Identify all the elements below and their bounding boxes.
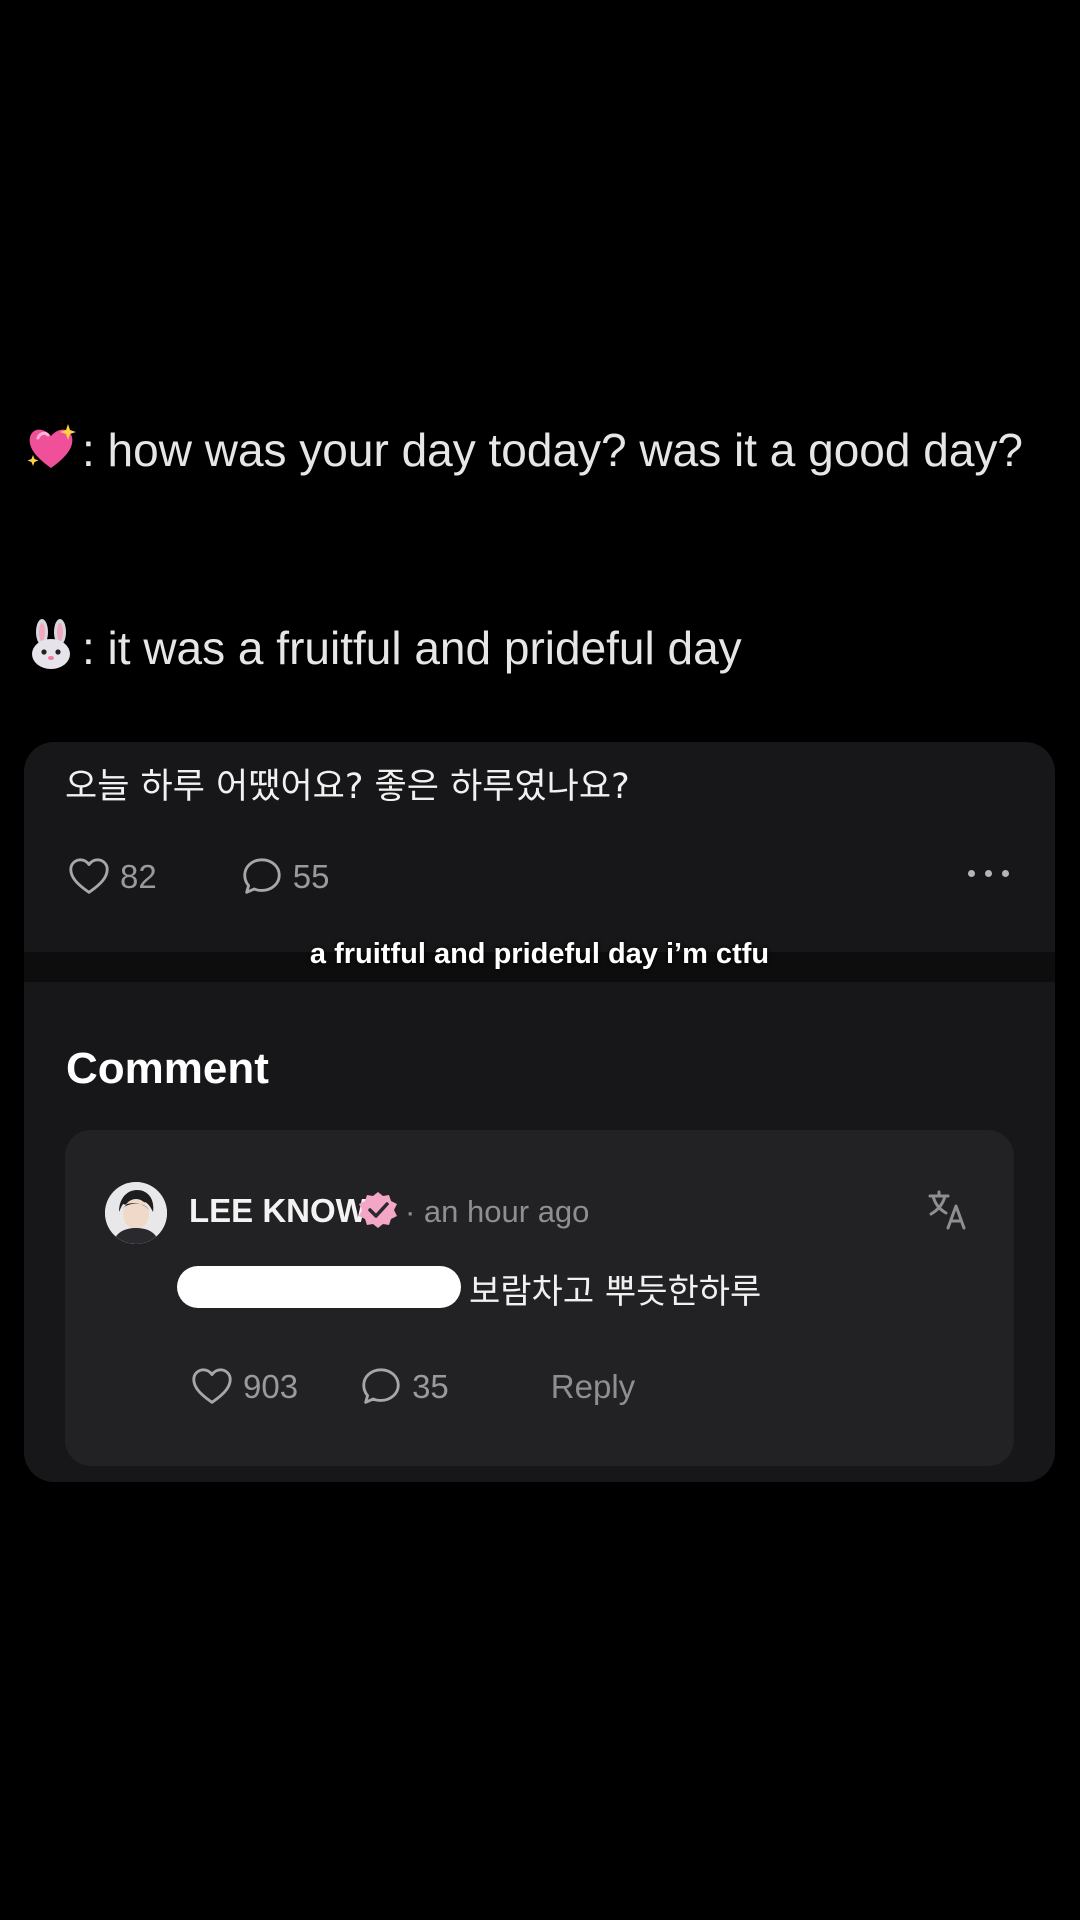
- rabbit-face-icon: [24, 618, 78, 672]
- comment-like-button[interactable]: 903: [189, 1364, 298, 1410]
- post-comment-button[interactable]: 55: [239, 854, 330, 900]
- speech-bubble-icon: [362, 1368, 400, 1404]
- translate-icon[interactable]: [926, 1188, 970, 1232]
- heart-icon: [192, 1368, 232, 1404]
- comment-replies-button[interactable]: 35: [358, 1364, 449, 1410]
- post-comment-count: 55: [292, 858, 330, 895]
- sparkling-heart-icon: [24, 420, 78, 474]
- comment-timestamp: · an hour ago: [405, 1194, 590, 1229]
- comment-text: 보람차고 뿌듯한하루: [469, 1272, 762, 1312]
- redaction-bar: [177, 1266, 461, 1308]
- caption-answer-text: : it was a fruitful and prideful day: [82, 622, 742, 674]
- avatar[interactable]: [105, 1182, 167, 1244]
- comment-author[interactable]: LEE KNOW: [189, 1192, 367, 1230]
- more-dot-icon: [985, 870, 992, 877]
- speech-bubble-icon: [243, 858, 281, 894]
- heart-icon: [69, 858, 109, 894]
- reply-button[interactable]: Reply: [551, 1368, 635, 1406]
- post-card: 오늘 하루 어땠어요? 좋은 하루였나요? 82 55 a fruitful a…: [24, 742, 1055, 1482]
- caption-question-text: : how was your day today? was it a good …: [82, 424, 1024, 476]
- post-like-button[interactable]: 82: [66, 854, 157, 900]
- caption-answer: : it was a fruitful and prideful day: [24, 616, 1056, 680]
- comment-like-count: 903: [243, 1368, 299, 1405]
- comment-item: LEE KNOW · an hour ago 보람차고 뿌듯한하루 903 35…: [65, 1130, 1014, 1466]
- more-options-button[interactable]: [968, 870, 1009, 877]
- more-dot-icon: [1002, 870, 1009, 877]
- comment-reply-count: 35: [412, 1368, 449, 1405]
- verified-badge-icon: [359, 1192, 397, 1228]
- comment-heading: Comment: [66, 1044, 269, 1093]
- caption-question: : how was your day today? was it a good …: [24, 418, 1056, 482]
- comment-actions: 903 35 Reply: [189, 1362, 635, 1412]
- more-dot-icon: [968, 870, 975, 877]
- post-text: 오늘 하루 어땠어요? 좋은 하루였나요?: [65, 767, 630, 807]
- post-actions: 82 55: [66, 852, 329, 902]
- post-like-count: 82: [120, 858, 157, 895]
- video-subtitle: a fruitful and prideful day i’m ctfu: [309, 938, 770, 970]
